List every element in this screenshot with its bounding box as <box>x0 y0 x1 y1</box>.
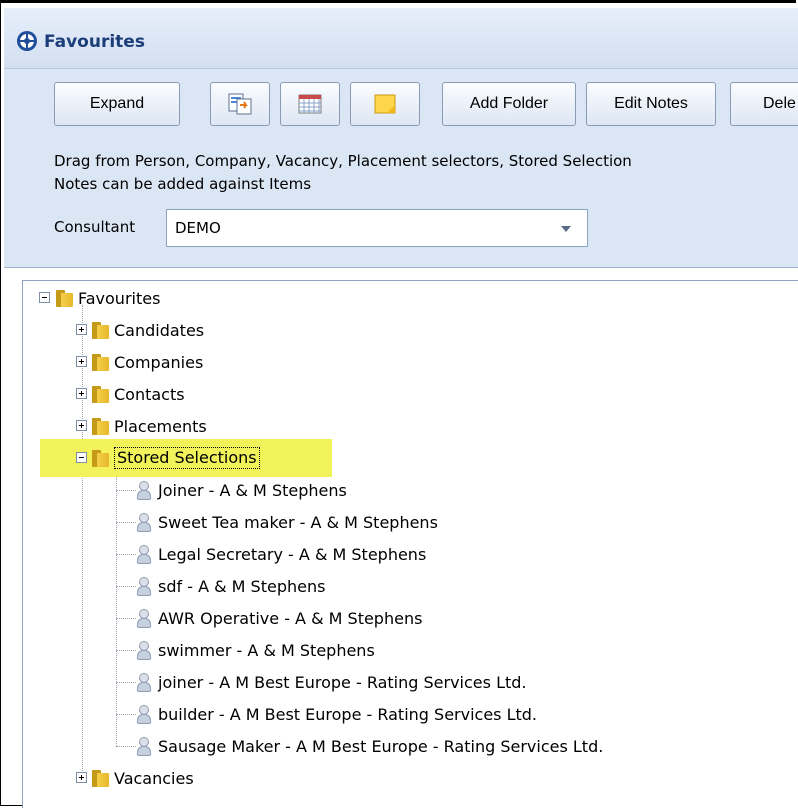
expand-toggle[interactable] <box>76 324 87 335</box>
tree-node-favourites[interactable]: Favourites <box>56 282 160 314</box>
tree-connector <box>116 522 136 523</box>
tree-connector <box>116 682 136 683</box>
list-item-label: Sweet Tea maker - A & M Stephens <box>158 512 438 532</box>
tree-connector <box>116 586 136 587</box>
tree-connector <box>82 305 83 781</box>
import-button[interactable] <box>210 82 270 126</box>
list-item-label: Sausage Maker - A M Best Europe - Rating… <box>158 736 604 756</box>
list-item-label: joiner - A M Best Europe - Rating Servic… <box>158 672 527 692</box>
expand-toggle[interactable] <box>76 356 87 367</box>
folder-icon <box>56 289 73 307</box>
tree-node-vacancies[interactable]: Vacancies <box>92 762 194 794</box>
list-item-label: sdf - A & M Stephens <box>158 576 326 596</box>
consultant-dropdown[interactable]: DEMO <box>166 209 588 247</box>
calendar-grid-icon <box>298 94 322 114</box>
tree-connector <box>116 746 136 747</box>
consultant-label: Consultant <box>54 218 136 236</box>
tree-node-stored-selections[interactable]: Stored Selections <box>92 442 260 474</box>
list-item[interactable]: Sausage Maker - A M Best Europe - Rating… <box>136 730 603 762</box>
list-item[interactable]: AWR Operative - A & M Stephens <box>136 602 422 634</box>
folder-icon <box>92 417 109 435</box>
sticky-note-icon <box>374 94 396 114</box>
sticky-note-button[interactable] <box>350 82 420 126</box>
list-item[interactable]: swimmer - A & M Stephens <box>136 634 375 666</box>
tree-connector <box>116 554 136 555</box>
list-item-label: Joiner - A & M Stephens <box>158 480 347 500</box>
collapse-toggle[interactable] <box>76 452 87 463</box>
person-icon <box>136 672 151 692</box>
tree-connector <box>116 474 117 746</box>
tree-node-label: Placements <box>114 416 207 436</box>
expand-toggle[interactable] <box>76 388 87 399</box>
list-item-label: swimmer - A & M Stephens <box>158 640 375 660</box>
edit-notes-button[interactable]: Edit Notes <box>586 82 716 126</box>
person-icon <box>136 640 151 660</box>
list-item[interactable]: joiner - A M Best Europe - Rating Servic… <box>136 666 527 698</box>
tree-node-candidates[interactable]: Candidates <box>92 314 204 346</box>
list-item-label: Legal Secretary - A & M Stephens <box>158 544 427 564</box>
chevron-down-icon[interactable] <box>561 226 571 232</box>
instruction-line-2: Notes can be added against Items <box>54 175 312 193</box>
instruction-line-1: Drag from Person, Company, Vacancy, Plac… <box>54 152 632 170</box>
person-icon <box>136 608 151 628</box>
collapse-toggle[interactable] <box>39 292 50 303</box>
folder-icon <box>92 769 109 787</box>
folder-icon <box>92 449 109 467</box>
tree-connector <box>116 490 136 491</box>
list-item[interactable]: Sweet Tea maker - A & M Stephens <box>136 506 438 538</box>
tree-node-label: Candidates <box>114 320 205 340</box>
tree-node-label: Companies <box>114 352 204 372</box>
app-logo-icon <box>17 31 37 51</box>
add-folder-button[interactable]: Add Folder <box>442 82 576 126</box>
tree-connector <box>116 650 136 651</box>
tree-connector <box>116 714 136 715</box>
tree-node-label: Favourites <box>78 288 161 308</box>
tree-node-placements[interactable]: Placements <box>92 410 207 442</box>
list-item[interactable]: sdf - A & M Stephens <box>136 570 325 602</box>
tree-node-label: Contacts <box>114 384 185 404</box>
tree-node-companies[interactable]: Companies <box>92 346 203 378</box>
list-item[interactable]: Joiner - A & M Stephens <box>136 474 347 506</box>
person-icon <box>136 544 151 564</box>
expand-toggle[interactable] <box>76 772 87 783</box>
folder-icon <box>92 385 109 403</box>
import-transfer-icon <box>228 93 252 115</box>
window-title: Favourites <box>44 32 145 52</box>
list-item-label: AWR Operative - A & M Stephens <box>158 608 423 628</box>
person-icon <box>136 480 151 500</box>
list-item[interactable]: Legal Secretary - A & M Stephens <box>136 538 426 570</box>
person-icon <box>136 576 151 596</box>
title-bar: Favourites <box>4 8 798 69</box>
person-icon <box>136 704 151 724</box>
folder-icon <box>92 353 109 371</box>
person-icon <box>136 736 151 756</box>
tree-node-contacts[interactable]: Contacts <box>92 378 185 410</box>
delete-button[interactable]: Dele <box>730 82 798 126</box>
tree-node-label: Vacancies <box>114 768 194 788</box>
expand-toggle[interactable] <box>76 420 87 431</box>
person-icon <box>136 512 151 532</box>
expand-button[interactable]: Expand <box>54 82 180 126</box>
list-item-label: builder - A M Best Europe - Rating Servi… <box>158 704 538 724</box>
tree-node-label: Stored Selections <box>114 447 260 469</box>
folder-icon <box>92 321 109 339</box>
consultant-value: DEMO <box>175 219 221 237</box>
tree-connector <box>116 618 136 619</box>
calendar-button[interactable] <box>280 82 340 126</box>
list-item[interactable]: builder - A M Best Europe - Rating Servi… <box>136 698 537 730</box>
